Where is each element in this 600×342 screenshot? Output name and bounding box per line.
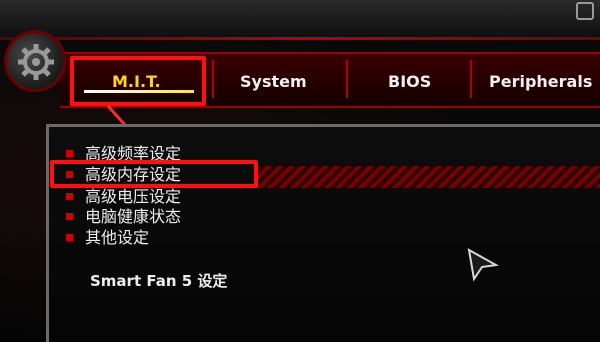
bullet xyxy=(66,150,73,157)
menu-highlight-box xyxy=(50,160,258,188)
tab-separator xyxy=(212,60,214,98)
menu-item-advanced-voltage[interactable]: 高级电压设定 xyxy=(66,187,181,207)
menu-item-pc-health[interactable]: 电脑健康状态 xyxy=(66,207,181,227)
menu-item-misc[interactable]: 其他设定 xyxy=(66,228,149,248)
top-bar xyxy=(0,0,600,40)
tab-highlight-box xyxy=(70,56,206,106)
mouse-cursor-icon xyxy=(467,248,500,282)
bullet xyxy=(66,234,73,241)
gear-icon xyxy=(4,30,66,92)
bullet xyxy=(66,213,73,220)
tab-separator xyxy=(470,60,472,98)
selection-stripe xyxy=(255,166,600,188)
tab-bios[interactable]: BIOS xyxy=(388,70,431,94)
bullet xyxy=(66,193,73,200)
menu-item-label: 其他设定 xyxy=(85,228,150,247)
menu-item-label: 高级电压设定 xyxy=(85,187,182,206)
tab-system[interactable]: System xyxy=(240,70,307,94)
menu-item-label: 电脑健康状态 xyxy=(85,207,182,226)
window-icon[interactable] xyxy=(576,2,594,20)
smart-fan-item[interactable]: Smart Fan 5 设定 xyxy=(90,270,227,291)
tab-peripherals[interactable]: Peripherals xyxy=(489,70,592,94)
tab-separator xyxy=(346,60,348,98)
